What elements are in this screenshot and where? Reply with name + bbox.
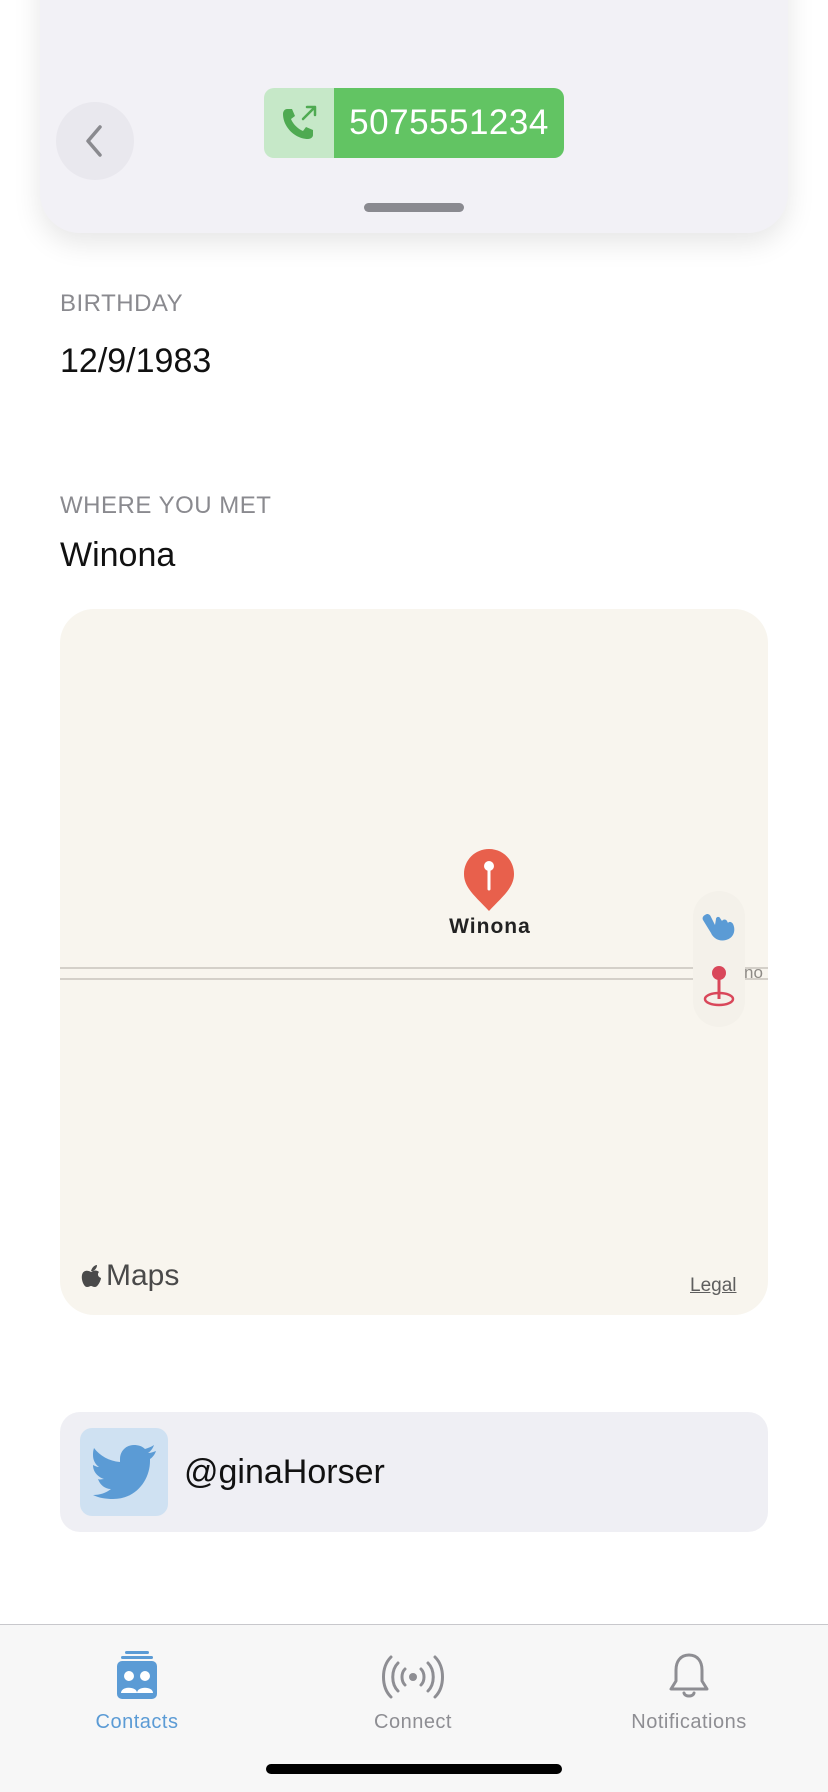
- map-pin-label: Winona: [449, 915, 531, 938]
- contact-header-card: 5075551234: [40, 0, 788, 233]
- phone-outgoing-icon: [264, 88, 334, 158]
- tab-notifications[interactable]: Notifications: [589, 1643, 789, 1734]
- twitter-card[interactable]: @ginaHorser: [60, 1412, 768, 1532]
- where-met-label: WHERE YOU MET: [60, 492, 272, 519]
- tab-label: Contacts: [95, 1711, 179, 1733]
- twitter-icon: [80, 1428, 168, 1516]
- hand-pointer-icon[interactable]: [699, 903, 739, 947]
- map-controls: [693, 891, 745, 1027]
- location-pin-icon[interactable]: [699, 963, 739, 1007]
- tab-label: Notifications: [631, 1711, 747, 1733]
- road-label: no: [744, 963, 763, 982]
- tab-label: Connect: [374, 1711, 452, 1733]
- broadcast-icon: [382, 1655, 444, 1699]
- apple-maps-logo: Maps: [80, 1259, 179, 1293]
- road: [60, 978, 768, 980]
- home-indicator[interactable]: [266, 1764, 562, 1774]
- birthday-value: 12/9/1983: [60, 342, 212, 380]
- call-button[interactable]: 5075551234: [264, 88, 564, 158]
- apple-logo-icon: [81, 1265, 101, 1287]
- location-map[interactable]: Winona no Maps Legal: [60, 609, 768, 1315]
- where-met-value: Winona: [60, 536, 176, 574]
- contacts-icon: [117, 1651, 157, 1699]
- chevron-left-icon: [86, 125, 102, 157]
- maps-brand-text: Maps: [106, 1259, 180, 1292]
- bell-icon: [669, 1653, 709, 1698]
- birthday-label: BIRTHDAY: [60, 290, 184, 317]
- back-button[interactable]: [56, 102, 134, 180]
- road: [60, 967, 768, 969]
- twitter-handle: @ginaHorser: [184, 1452, 385, 1491]
- map-pin-icon[interactable]: [460, 847, 518, 919]
- legal-link[interactable]: Legal: [690, 1275, 737, 1297]
- tab-contacts[interactable]: Contacts: [37, 1643, 237, 1734]
- sheet-grabber[interactable]: [364, 203, 464, 212]
- phone-number: 5075551234: [334, 88, 564, 158]
- tab-connect[interactable]: Connect: [313, 1643, 513, 1734]
